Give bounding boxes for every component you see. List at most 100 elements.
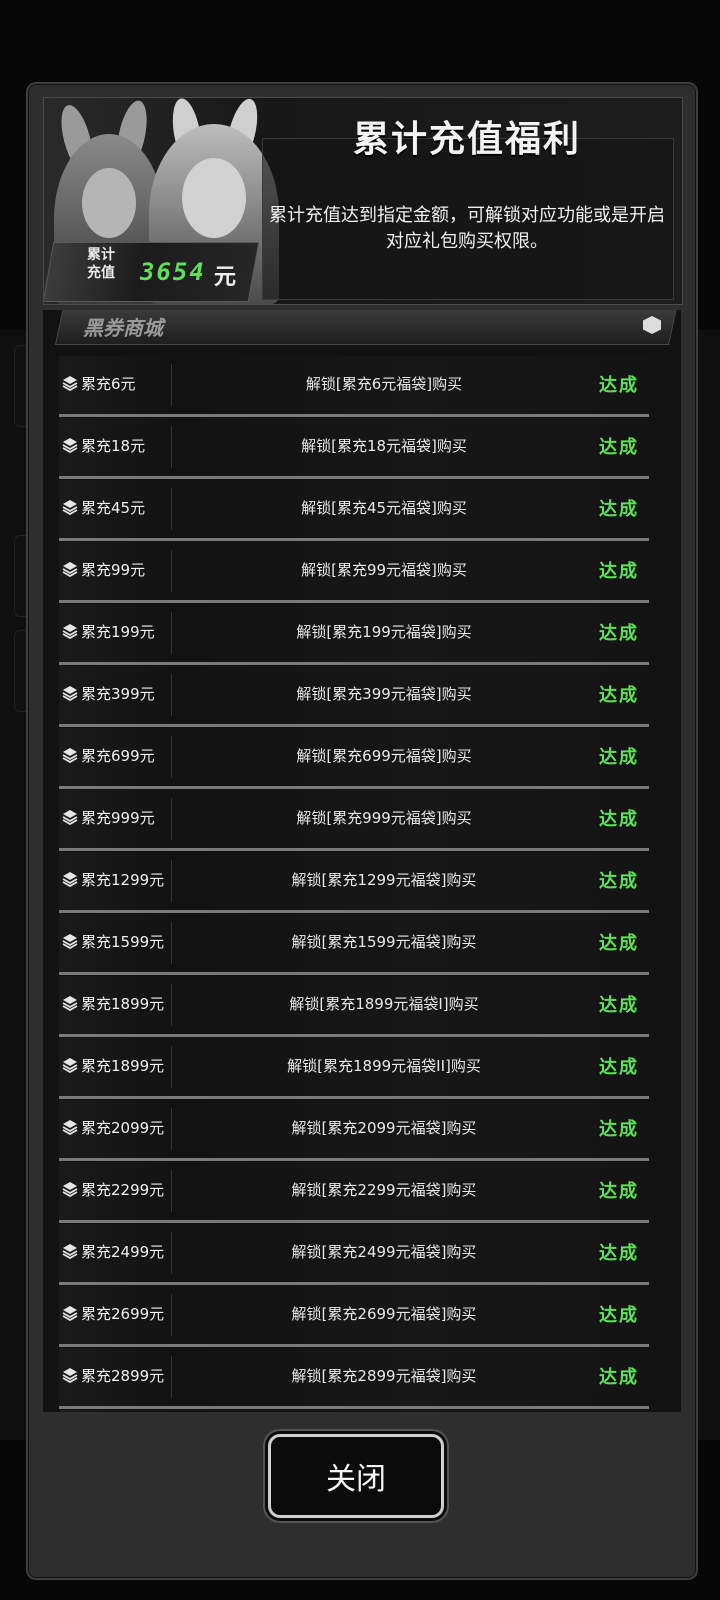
row-reward-text: 解锁[累充45元福袋]购买 <box>301 499 467 517</box>
layers-icon <box>62 872 78 887</box>
row-status-badge: 达成 <box>599 871 639 892</box>
reward-row: 累充3099元 解锁[累充3099元福袋]购买 达成 <box>59 1410 649 1412</box>
row-tier-label: 累充6元 <box>81 375 136 393</box>
row-status-badge: 达成 <box>599 623 639 644</box>
recharge-welfare-dialog: 累计充值福利 累计充值达到指定金额，可解锁对应功能或是开启对应礼包购买权限。 累… <box>26 82 698 1580</box>
layers-icon <box>62 1244 78 1259</box>
layers-icon <box>62 500 78 515</box>
dialog-header: 累计充值福利 累计充值达到指定金额，可解锁对应功能或是开启对应礼包购买权限。 累… <box>43 97 683 305</box>
layers-icon <box>62 1058 78 1073</box>
row-tier-label: 累充999元 <box>81 809 155 827</box>
reward-row: 累充1599元 解锁[累充1599元福袋]购买 达成 <box>59 914 649 975</box>
total-label-line2: 充值 <box>87 265 115 281</box>
reward-row: 累充6元 解锁[累充6元福袋]购买 达成 <box>59 356 649 417</box>
character-face <box>182 158 246 238</box>
layers-icon <box>62 562 78 577</box>
row-reward-text: 解锁[累充18元福袋]购买 <box>301 437 467 455</box>
row-tier-label: 累充2299元 <box>81 1181 165 1199</box>
row-reward-text: 解锁[累充99元福袋]购买 <box>301 561 467 579</box>
total-label-line1: 累计 <box>87 247 115 263</box>
row-reward-text: 解锁[累充399元福袋]购买 <box>296 685 472 703</box>
reward-row: 累充399元 解锁[累充399元福袋]购买 达成 <box>59 666 649 727</box>
row-status-badge: 达成 <box>599 933 639 954</box>
reward-row: 累充2899元 解锁[累充2899元福袋]购买 达成 <box>59 1348 649 1409</box>
layers-icon <box>62 376 78 391</box>
row-status-badge: 达成 <box>599 747 639 768</box>
row-reward-text: 解锁[累充1899元福袋I]购买 <box>289 995 479 1013</box>
row-status-badge: 达成 <box>599 561 639 582</box>
row-reward-text: 解锁[累充199元福袋]购买 <box>296 623 472 641</box>
row-tier-label: 累充2099元 <box>81 1119 165 1137</box>
reward-row: 累充199元 解锁[累充199元福袋]购买 达成 <box>59 604 649 665</box>
row-status-badge: 达成 <box>599 995 639 1016</box>
row-status-badge: 达成 <box>599 1243 639 1264</box>
row-status-badge: 达成 <box>599 1367 639 1388</box>
close-button[interactable]: 关闭 <box>268 1434 444 1518</box>
row-status-badge: 达成 <box>599 809 639 830</box>
reward-list-panel[interactable]: 黑券商城 累充6元 解锁[累充6元福袋]购买 达成 累充18元 解锁[累充18元… <box>43 310 681 1412</box>
section-title: 黑券商城 <box>83 316 163 340</box>
reward-row: 累充18元 解锁[累充18元福袋]购买 达成 <box>59 418 649 479</box>
layers-icon <box>62 810 78 825</box>
row-status-badge: 达成 <box>599 1057 639 1078</box>
total-recharge-label: 累计 充值 <box>66 246 136 282</box>
row-status-badge: 达成 <box>599 375 639 396</box>
row-tier-label: 累充2899元 <box>81 1367 165 1385</box>
row-tier-label: 累充2699元 <box>81 1305 165 1323</box>
layers-icon <box>62 624 78 639</box>
row-tier-label: 累充18元 <box>81 437 146 455</box>
row-tier-label: 累充699元 <box>81 747 155 765</box>
row-status-badge: 达成 <box>599 1119 639 1140</box>
reward-row: 累充1899元 解锁[累充1899元福袋I]购买 达成 <box>59 976 649 1037</box>
row-tier-label: 累充2499元 <box>81 1243 165 1261</box>
character-face <box>82 168 136 238</box>
row-tier-label: 累充1899元 <box>81 1057 165 1075</box>
row-status-badge: 达成 <box>599 437 639 458</box>
row-reward-text: 解锁[累充6元福袋]购买 <box>305 375 463 393</box>
reward-row: 累充699元 解锁[累充699元福袋]购买 达成 <box>59 728 649 789</box>
row-tier-label: 累充1299元 <box>81 871 165 889</box>
layers-icon <box>62 1306 78 1321</box>
row-reward-text: 解锁[累充2899元福袋]购买 <box>291 1367 477 1385</box>
total-recharge-unit: 元 <box>214 265 237 290</box>
dialog-title: 累计充值福利 <box>352 119 581 160</box>
row-status-badge: 达成 <box>599 685 639 706</box>
row-reward-text: 解锁[累充1899元福袋II]购买 <box>287 1057 481 1075</box>
row-tier-label: 累充1599元 <box>81 933 165 951</box>
layers-icon <box>62 748 78 763</box>
layers-icon <box>62 1120 78 1135</box>
row-tier-label: 累充45元 <box>81 499 146 517</box>
row-tier-label: 累充1899元 <box>81 995 165 1013</box>
row-tier-label: 累充199元 <box>81 623 155 641</box>
row-reward-text: 解锁[累充699元福袋]购买 <box>296 747 472 765</box>
row-reward-text: 解锁[累充1599元福袋]购买 <box>291 933 477 951</box>
dialog-description: 累计充值达到指定金额，可解锁对应功能或是开启对应礼包购买权限。 <box>269 205 665 252</box>
layers-icon <box>62 686 78 701</box>
row-status-badge: 达成 <box>599 1181 639 1202</box>
reward-row: 累充45元 解锁[累充45元福袋]购买 达成 <box>59 480 649 541</box>
row-tier-label: 累充399元 <box>81 685 155 703</box>
total-recharge-amount: 3654 <box>140 258 206 286</box>
reward-list: 累充6元 解锁[累充6元福袋]购买 达成 累充18元 解锁[累充18元福袋]购买… <box>59 356 649 1412</box>
reward-row: 累充1299元 解锁[累充1299元福袋]购买 达成 <box>59 852 649 913</box>
row-reward-text: 解锁[累充2299元福袋]购买 <box>291 1181 477 1199</box>
layers-icon <box>62 1368 78 1383</box>
row-reward-text: 解锁[累充2699元福袋]购买 <box>291 1305 477 1323</box>
layers-icon <box>62 996 78 1011</box>
reward-row: 累充999元 解锁[累充999元福袋]购买 达成 <box>59 790 649 851</box>
reward-row: 累充99元 解锁[累充99元福袋]购买 达成 <box>59 542 649 603</box>
row-status-badge: 达成 <box>599 1305 639 1326</box>
row-reward-text: 解锁[累充2499元福袋]购买 <box>291 1243 477 1261</box>
reward-row: 累充2699元 解锁[累充2699元福袋]购买 达成 <box>59 1286 649 1347</box>
row-reward-text: 解锁[累充1299元福袋]购买 <box>291 871 477 889</box>
reward-row: 累充2099元 解锁[累充2099元福袋]购买 达成 <box>59 1100 649 1161</box>
reward-row: 累充1899元 解锁[累充1899元福袋II]购买 达成 <box>59 1038 649 1099</box>
row-tier-label: 累充99元 <box>81 561 146 579</box>
layers-icon <box>62 1182 78 1197</box>
reward-row: 累充2299元 解锁[累充2299元福袋]购买 达成 <box>59 1162 649 1223</box>
row-status-badge: 达成 <box>599 499 639 520</box>
layers-icon <box>62 438 78 453</box>
row-reward-text: 解锁[累充2099元福袋]购买 <box>291 1119 477 1137</box>
row-reward-text: 解锁[累充999元福袋]购买 <box>296 809 472 827</box>
reward-row: 累充2499元 解锁[累充2499元福袋]购买 达成 <box>59 1224 649 1285</box>
